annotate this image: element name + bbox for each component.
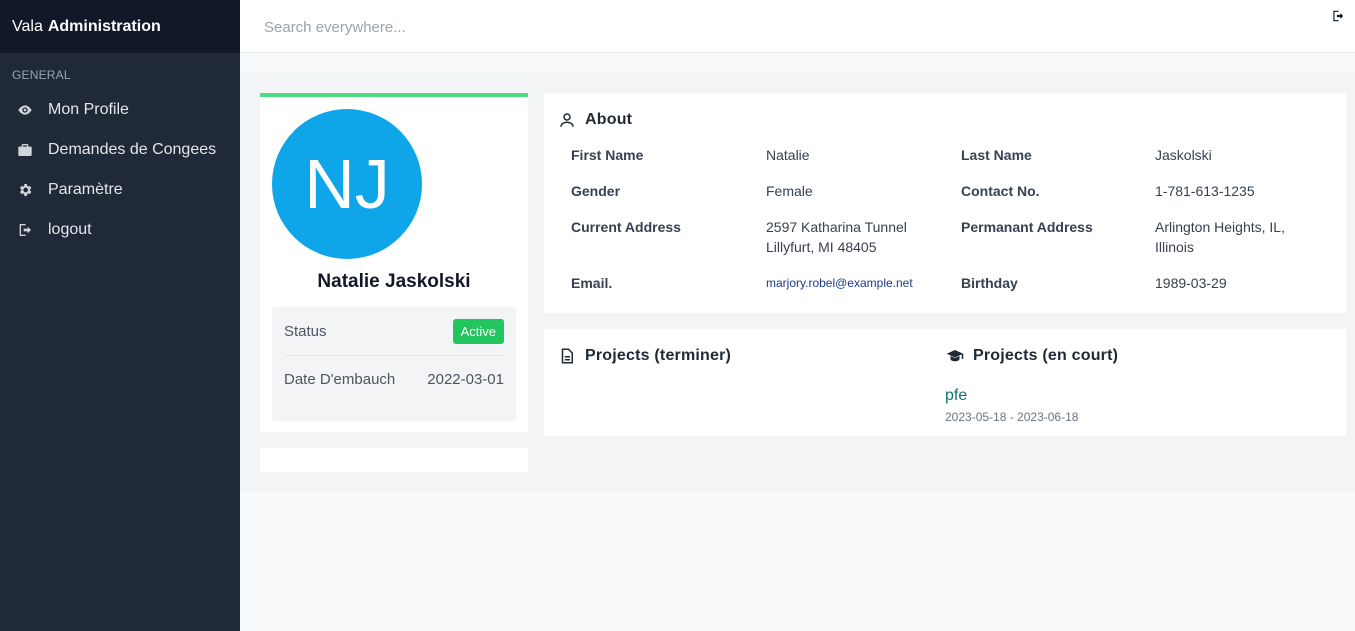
gender-label: Gender — [571, 183, 621, 199]
briefcase-icon — [16, 141, 34, 159]
status-row: Status Active — [284, 307, 504, 355]
email-label: Email. — [571, 275, 613, 291]
user-icon — [560, 113, 574, 127]
first-name-value: Natalie — [766, 147, 810, 163]
about-title: About — [558, 111, 632, 129]
first-name-label: First Name — [571, 147, 644, 163]
hire-date-value: 2022-03-01 — [427, 371, 504, 388]
sidebar-item-parametre[interactable]: Paramètre — [0, 170, 240, 210]
about-card: About First Name Natalie Last Name Jasko… — [544, 93, 1346, 313]
contact-label: Contact No. — [961, 183, 1040, 199]
sign-out-icon[interactable] — [1331, 9, 1347, 25]
current-address-line2: Lillyfurt, MI 48405 — [766, 239, 877, 255]
projects-current-title: Projects (en court) — [946, 347, 1118, 365]
projects-done-title: Projects (terminer) — [558, 347, 731, 365]
projects-done-title-text: Projects (terminer) — [585, 347, 732, 364]
permanent-address-label: Permanant Address — [961, 219, 1093, 235]
sidebar-item-demandes-de-congees[interactable]: Demandes de Congees — [0, 130, 240, 170]
project-link-pfe[interactable]: pfe — [945, 387, 967, 405]
profile-card-footer — [260, 448, 528, 472]
sidebar-item-logout[interactable]: logout — [0, 210, 240, 250]
status-box: Status Active Date D'embauch 2022-03-01 — [272, 307, 516, 421]
hire-date-label: Date D'embauch — [284, 371, 396, 388]
permanent-address-line2: Illinois — [1155, 239, 1194, 255]
birthday-value: 1989-03-29 — [1155, 275, 1227, 291]
sidebar: Vala Administration GENERAL Mon Profile … — [0, 0, 240, 631]
document-icon — [561, 348, 573, 364]
sidebar-item-label: Paramètre — [48, 181, 123, 198]
status-label: Status — [284, 322, 327, 340]
hire-date-row: Date D'embauch 2022-03-01 — [284, 355, 504, 403]
menu-section-label: GENERAL — [12, 68, 71, 82]
search-input[interactable] — [254, 10, 854, 44]
brand[interactable]: Vala Administration — [0, 0, 240, 53]
avatar: NJ — [272, 109, 422, 259]
birthday-label: Birthday — [961, 275, 1018, 291]
eye-icon — [16, 101, 34, 119]
current-address-label: Current Address — [571, 219, 681, 235]
graduation-cap-icon — [946, 350, 964, 362]
about-title-text: About — [585, 111, 633, 128]
last-name-value: Jaskolski — [1155, 147, 1212, 163]
sidebar-item-label: Demandes de Congees — [48, 141, 217, 158]
gender-value: Female — [766, 183, 813, 199]
permanent-address-line1: Arlington Heights, IL, — [1155, 219, 1285, 235]
brand-name: Administration — [47, 17, 161, 35]
profile-card: NJ Natalie Jaskolski Status Active Date … — [260, 93, 528, 432]
sidebar-item-mon-profile[interactable]: Mon Profile — [0, 90, 240, 130]
contact-value: 1-781-613-1235 — [1155, 183, 1255, 199]
status-badge: Active — [452, 318, 504, 344]
project-dates: 2023-05-18 - 2023-06-18 — [945, 410, 1079, 424]
projects-card: Projects (terminer) Projects (en court) … — [544, 329, 1346, 436]
gear-icon — [16, 181, 34, 199]
profile-name: Natalie Jaskolski — [317, 271, 471, 292]
sidebar-item-label: logout — [48, 221, 92, 238]
current-address-line1: 2597 Katharina Tunnel — [766, 219, 907, 235]
projects-current-title-text: Projects (en court) — [973, 347, 1119, 364]
sign-out-icon — [16, 221, 34, 239]
email-link[interactable]: marjory.robel@example.net — [766, 273, 913, 293]
brand-prefix: Vala — [12, 17, 43, 35]
sidebar-item-label: Mon Profile — [48, 101, 129, 118]
top-bar — [240, 0, 1355, 53]
main-content: NJ Natalie Jaskolski Status Active Date … — [240, 73, 1355, 492]
last-name-label: Last Name — [961, 147, 1032, 163]
